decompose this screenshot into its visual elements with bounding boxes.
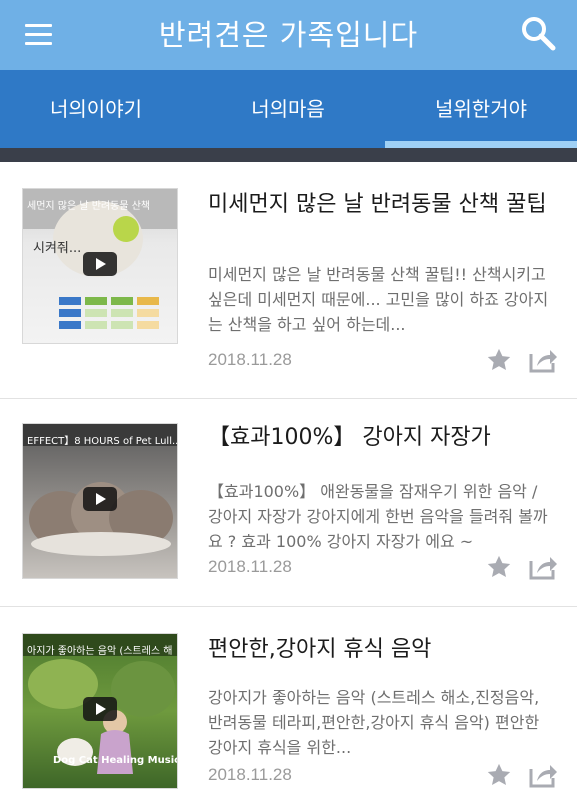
play-icon[interactable] bbox=[83, 487, 117, 511]
post-date: 2018.11.28 bbox=[208, 557, 292, 576]
post-title[interactable]: 【효과100%】 강아지 자장가 bbox=[208, 421, 558, 454]
post-thumbnail[interactable]: 아지가 좋아하는 음악 (스트레스 해 Dog Cat Healing Musi… bbox=[22, 633, 178, 789]
thumbnail-title: 아지가 좋아하는 음악 (스트레스 해 bbox=[27, 646, 173, 657]
post-title[interactable]: 미세먼지 많은 날 반려동물 산책 꿀팁 bbox=[208, 188, 558, 221]
app-bar: 반려견은 가족입니다 bbox=[0, 0, 577, 70]
star-icon[interactable] bbox=[485, 761, 513, 789]
post-date: 2018.11.28 bbox=[208, 765, 292, 784]
star-icon[interactable] bbox=[485, 346, 513, 374]
tab-selected-indicator bbox=[385, 141, 577, 148]
share-icon[interactable] bbox=[528, 346, 558, 374]
tab-your-story[interactable]: 너의이야기 bbox=[0, 70, 192, 148]
share-icon[interactable] bbox=[528, 553, 558, 581]
post-thumbnail[interactable]: 세먼지 많은 날 반려동물 산책 시켜줘... bbox=[22, 188, 178, 344]
post-description: 【효과100%】 애완동물을 잠재우기 위한 음악 / 강아지 자장가 강아지에… bbox=[208, 482, 548, 551]
share-icon[interactable] bbox=[528, 761, 558, 789]
thumbnail-caption: Dog Cat Healing Music bbox=[53, 755, 178, 766]
tab-for-you[interactable]: 널위한거야 bbox=[385, 70, 577, 148]
post-thumbnail[interactable]: EFFECT】8 HOURS of Pet Lull... bbox=[22, 423, 178, 579]
play-icon[interactable] bbox=[83, 697, 117, 721]
thumbnail-caption: 시켜줘... bbox=[33, 241, 82, 256]
thumbnail-title: 세먼지 많은 날 반려동물 산책 bbox=[27, 201, 151, 212]
star-icon[interactable] bbox=[485, 553, 513, 581]
post-title[interactable]: 편안한,강아지 휴식 음악 bbox=[208, 633, 558, 666]
play-icon[interactable] bbox=[83, 252, 117, 276]
post-date: 2018.11.28 bbox=[208, 350, 292, 369]
tab-bar: 너의이야기 너의마음 널위한거야 bbox=[0, 70, 577, 148]
post-card[interactable]: 아지가 좋아하는 음악 (스트레스 해 Dog Cat Healing Musi… bbox=[0, 607, 577, 800]
post-description: 강아지가 좋아하는 음악 (스트레스 해소,진정음악,반려동물 테라피,편안한,… bbox=[208, 688, 540, 757]
tab-your-heart[interactable]: 너의마음 bbox=[192, 70, 384, 148]
post-card[interactable]: 세먼지 많은 날 반려동물 산책 시켜줘... 미세먼지 많은 날 반려동물 산… bbox=[0, 162, 577, 399]
post-description: 미세먼지 많은 날 반려동물 산책 꿀팁!! 산책시키고 싶은데 미세먼지 때문… bbox=[208, 265, 549, 334]
thumbnail-title: EFFECT】8 HOURS of Pet Lull... bbox=[27, 436, 177, 447]
header-divider bbox=[0, 148, 577, 162]
post-card[interactable]: EFFECT】8 HOURS of Pet Lull... 【효과100%】 강… bbox=[0, 399, 577, 607]
app-title: 반려견은 가족입니다 bbox=[158, 18, 419, 52]
search-icon[interactable] bbox=[516, 12, 560, 56]
